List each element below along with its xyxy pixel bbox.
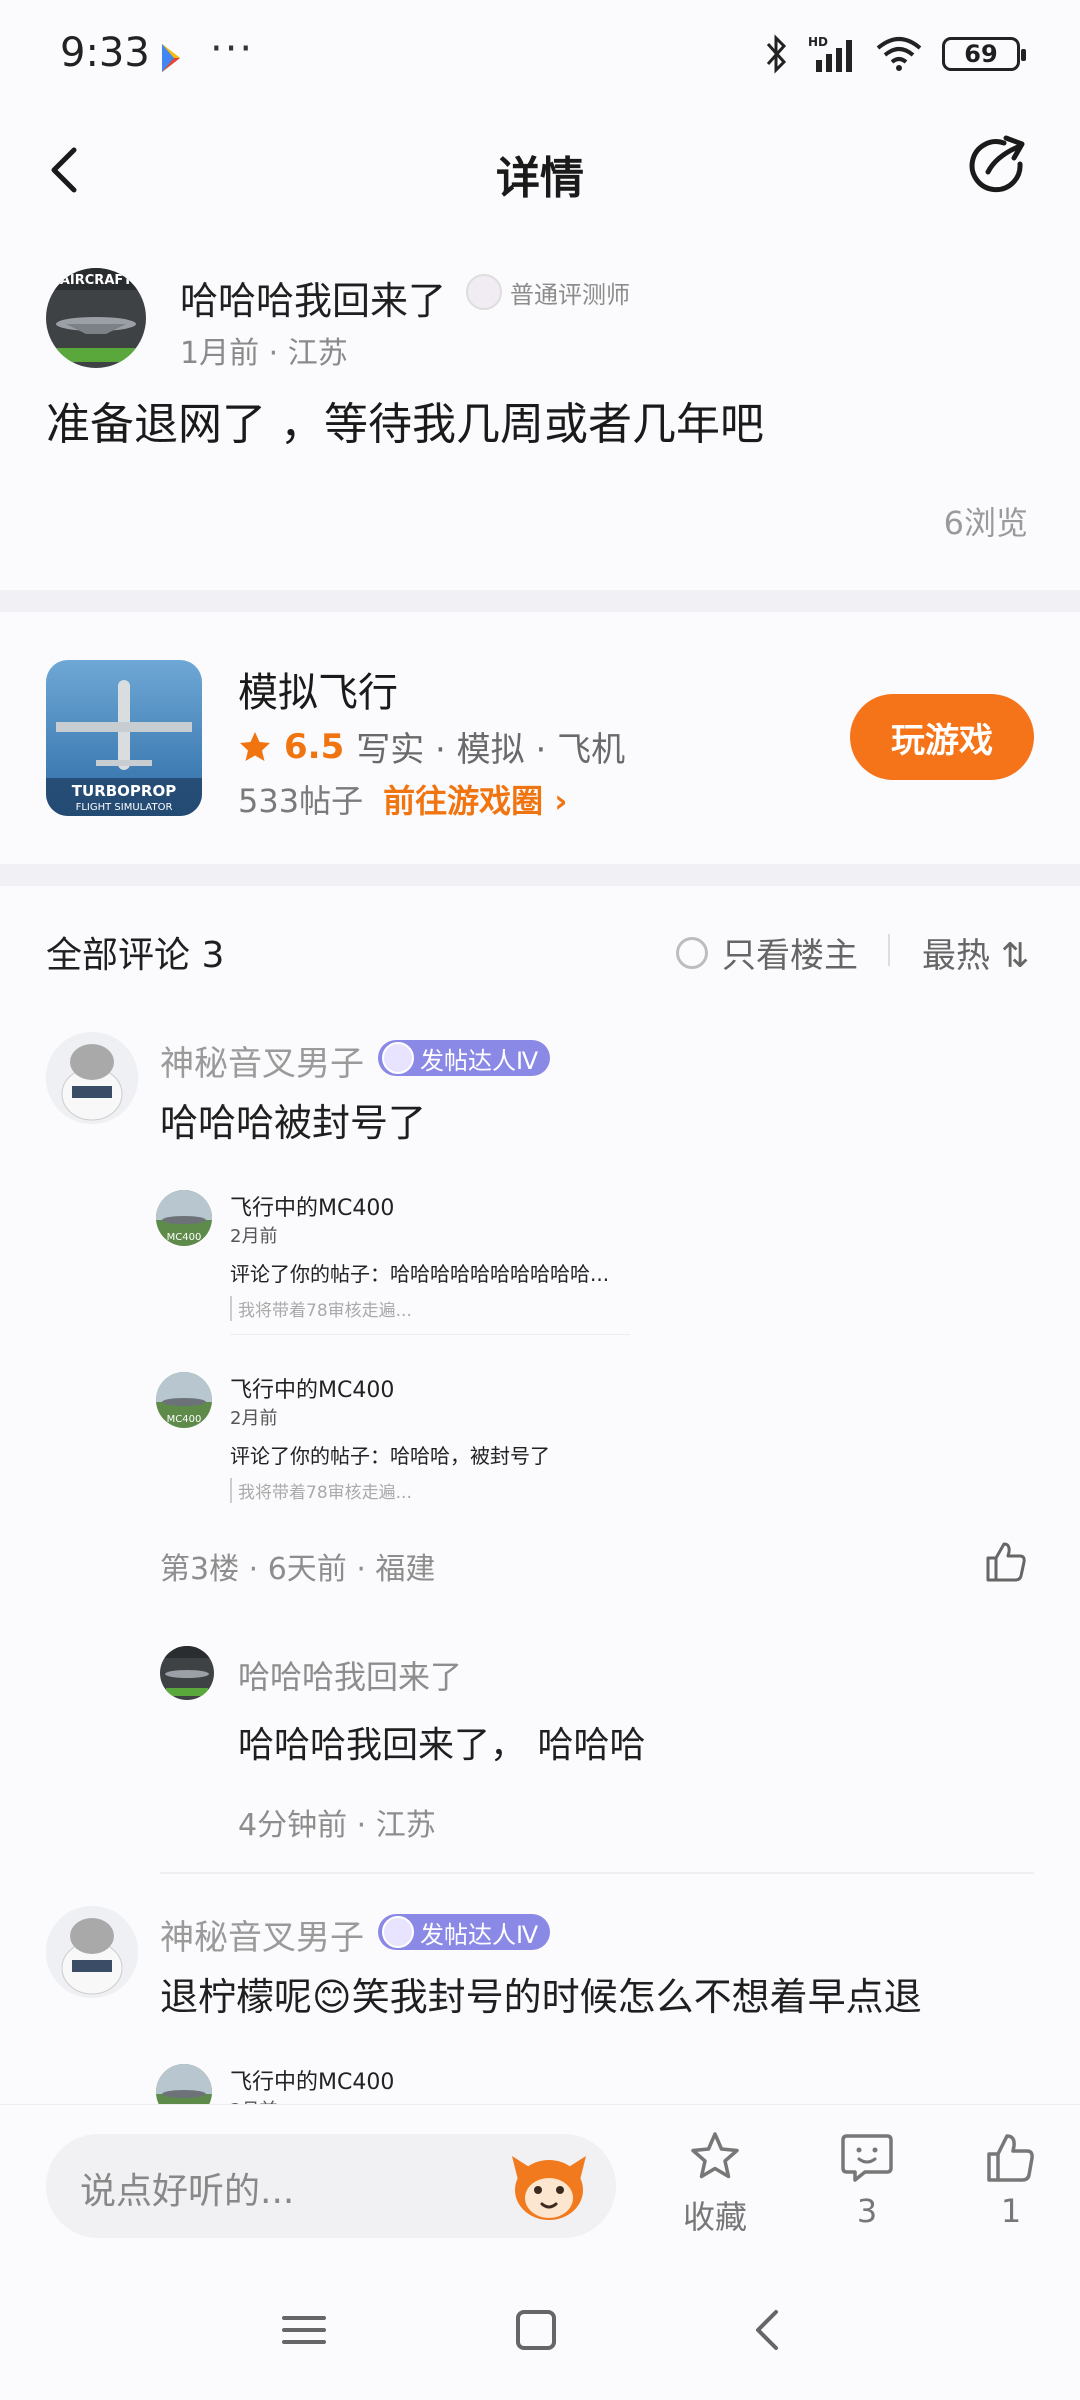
only-op-toggle[interactable]: 只看楼主: [676, 928, 858, 977]
badge-label: 发帖达人Ⅳ: [420, 1046, 539, 1075]
status-icons: HD 69: [764, 34, 1026, 74]
achievement-badge: 发帖达人Ⅳ: [378, 1914, 551, 1950]
embedded-time: 2月前: [230, 1408, 278, 1429]
role-badge-icon: [466, 274, 502, 310]
thumbs-up-icon[interactable]: [983, 2130, 1039, 2186]
commenter-avatar[interactable]: [46, 1032, 138, 1124]
sort-dropdown[interactable]: 最热 ⇅: [922, 928, 1029, 977]
divider: [160, 1872, 1034, 1874]
play-game-button[interactable]: 玩游戏: [850, 694, 1034, 780]
embedded-quote: 我将带着78审核走遍...: [230, 1478, 412, 1503]
like-action[interactable]: 1: [956, 2130, 1066, 2230]
embedded-text: 评论了你的帖子：哈哈哈，被封号了: [230, 1444, 550, 1468]
star-outline-icon[interactable]: [687, 2130, 743, 2186]
role-badge-label: 普通评测师: [510, 280, 630, 309]
comment-text: 退柠檬呢😊笑我封号的时候怎么不想着早点退: [160, 1975, 922, 2019]
divider: [888, 934, 890, 966]
svg-text:MC400: MC400: [167, 1414, 202, 1425]
svg-text:AIRCRAFT: AIRCRAFT: [60, 273, 132, 288]
embedded-quote: 我将带着78审核走遍...: [230, 1296, 412, 1321]
game-icon[interactable]: TURBOPROP FLIGHT SIMULATOR: [46, 660, 202, 816]
radio-icon[interactable]: [676, 936, 708, 969]
reply-text: 哈哈哈我回来了， 哈哈哈: [238, 1725, 646, 1766]
embedded-time: 2月前: [230, 1226, 278, 1247]
embedded-text: 评论了你的帖子：哈哈哈哈哈哈哈哈哈哈...: [230, 1262, 610, 1286]
commenter-avatar[interactable]: [46, 1906, 138, 1998]
play-store-icon: [162, 44, 180, 72]
game-title[interactable]: 模拟飞行: [238, 660, 398, 718]
reply-author-name[interactable]: 哈哈哈我回来了: [238, 1652, 462, 1698]
favorite-action[interactable]: 收藏: [660, 2130, 770, 2238]
section-divider: [0, 864, 1080, 886]
comment-bubble-icon[interactable]: [839, 2130, 895, 2186]
battery-icon: 69: [942, 37, 1026, 71]
embedded-name: 飞行中的MC400: [230, 2070, 395, 2095]
reply-avatar[interactable]: [160, 1646, 214, 1700]
svg-text:FLIGHT SIMULATOR: FLIGHT SIMULATOR: [76, 802, 173, 813]
svg-text:MC400: MC400: [167, 1232, 202, 1243]
reply-meta: 4分钟前 · 江苏: [238, 1808, 436, 1843]
embedded-name: 飞行中的MC400: [230, 1378, 395, 1403]
menu-nav-icon[interactable]: [274, 2300, 334, 2360]
commenter-name[interactable]: 神秘音叉男子: [160, 1910, 364, 1959]
thumbs-up-icon[interactable]: [982, 1538, 1030, 1586]
comment-text: 哈哈哈被封号了: [160, 1101, 427, 1145]
role-badge: 普通评测师: [466, 274, 630, 310]
only-op-label: 只看楼主: [722, 936, 858, 976]
post-author-name[interactable]: 哈哈哈我回来了: [180, 270, 446, 325]
divider: [230, 1334, 630, 1335]
home-nav-icon[interactable]: [506, 2300, 566, 2360]
game-rating: 6.5: [284, 726, 345, 767]
like-count: 1: [1000, 2192, 1022, 2230]
share-icon[interactable]: [966, 134, 1030, 198]
mascot-emoji-icon[interactable]: [510, 2150, 588, 2222]
comment-action[interactable]: 3: [812, 2130, 922, 2230]
svg-text:HD: HD: [808, 35, 828, 49]
comments-title: 全部评论 3: [46, 935, 225, 976]
cellular-signal-icon: HD: [808, 35, 852, 72]
comment-count: 3: [856, 2192, 878, 2230]
game-tags: 写实 · 模拟 · 飞机: [356, 730, 626, 770]
favorite-label: 收藏: [682, 2198, 747, 2236]
page-title: 详情: [496, 153, 584, 204]
status-time: 9:33: [60, 30, 150, 76]
bluetooth-icon: [766, 34, 787, 74]
comment-input-placeholder: 说点好听的...: [80, 2171, 295, 2212]
embedded-avatar: MC400: [156, 1372, 212, 1428]
game-post-count: 533帖子: [238, 782, 364, 820]
badge-label: 发帖达人Ⅳ: [420, 1920, 539, 1949]
game-rating-row: 6.5 写实 · 模拟 · 飞机: [238, 722, 625, 771]
svg-text:TURBOPROP: TURBOPROP: [72, 782, 176, 800]
star-icon: [240, 731, 270, 761]
badge-icon: [382, 1916, 414, 1948]
embedded-avatar: MC400: [156, 1190, 212, 1246]
author-avatar[interactable]: AIRCRAFT: [46, 268, 146, 368]
post-content: 准备退网了 ，等待我几周或者几年吧: [46, 399, 764, 450]
comment-meta: 第3楼 · 6天前 · 福建: [160, 1552, 436, 1587]
status-more-indicator: ···: [210, 26, 255, 72]
view-count: 6浏览: [943, 504, 1028, 542]
badge-icon: [382, 1042, 414, 1074]
go-to-game-circle-link[interactable]: 前往游戏圈 ›: [383, 776, 567, 822]
post-meta: 1月前 · 江苏: [180, 336, 348, 371]
achievement-badge: 发帖达人Ⅳ: [378, 1040, 551, 1076]
game-posts-row: 533帖子 前往游戏圈 ›: [238, 776, 567, 822]
back-nav-icon[interactable]: [738, 2300, 798, 2360]
section-divider: [0, 590, 1080, 612]
wifi-icon: [876, 37, 922, 71]
commenter-name[interactable]: 神秘音叉男子: [160, 1036, 364, 1085]
embedded-name: 飞行中的MC400: [230, 1196, 395, 1221]
